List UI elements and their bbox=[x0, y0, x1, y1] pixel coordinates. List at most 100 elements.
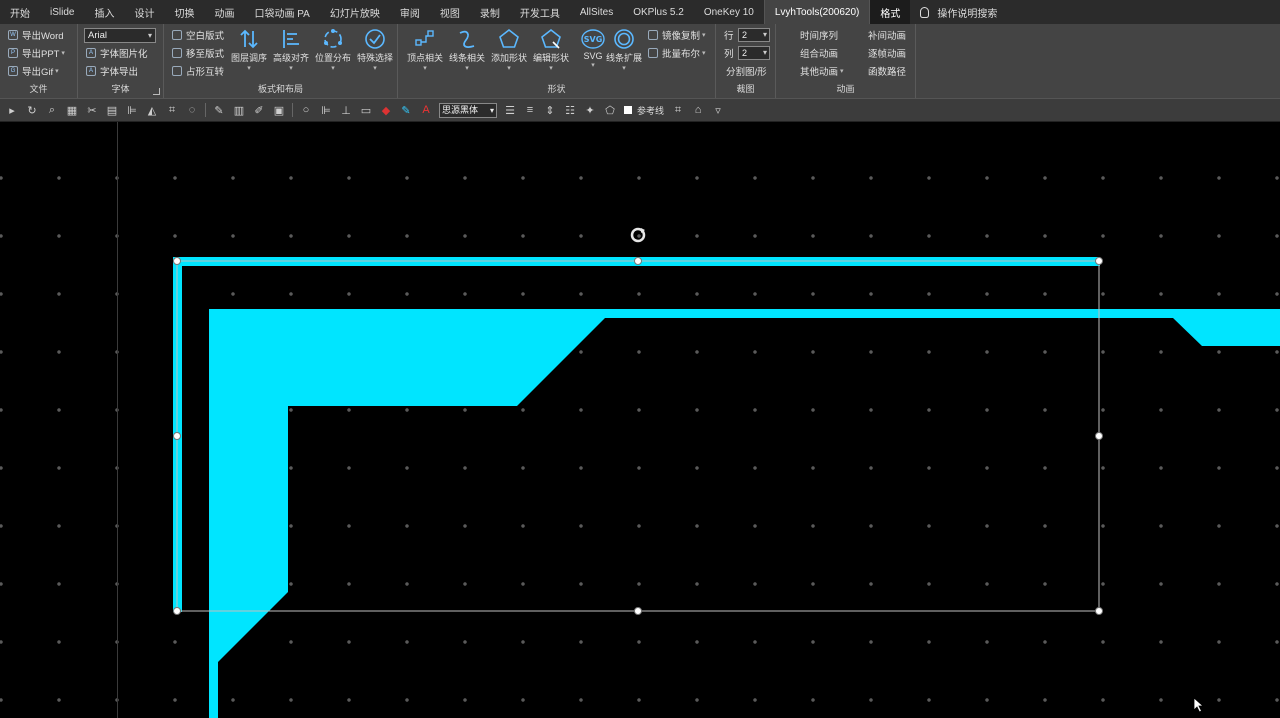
tab-insert[interactable]: 插入 bbox=[84, 0, 124, 24]
customize-toolbar-icon[interactable]: ▿ bbox=[710, 102, 726, 118]
placeholder-swap-button[interactable]: 占形互转 bbox=[172, 63, 224, 79]
undo-arrow-icon[interactable]: ▸ bbox=[4, 102, 20, 118]
tab-animations[interactable]: 动画 bbox=[204, 0, 244, 24]
shape-style-icon[interactable]: ⬠ bbox=[602, 102, 618, 118]
blank-layout-button[interactable]: 空白版式 bbox=[172, 27, 224, 43]
tab-transitions[interactable]: 切换 bbox=[164, 0, 204, 24]
edit-shape-button[interactable]: 编辑形状 ▾ bbox=[530, 26, 572, 76]
shape-circle-icon[interactable]: ○ bbox=[298, 102, 314, 118]
line-button[interactable]: 线条相关 ▾ bbox=[446, 26, 488, 76]
outline-color-icon[interactable]: ✎ bbox=[398, 102, 414, 118]
paint-icon[interactable]: ✐ bbox=[251, 102, 267, 118]
lightbulb-icon bbox=[920, 6, 930, 18]
curve-line-icon bbox=[459, 30, 475, 48]
advanced-align-button[interactable]: 高级对齐 ▾ bbox=[270, 26, 312, 76]
grid-icon[interactable]: ▥ bbox=[231, 102, 247, 118]
export-gif-button[interactable]: G 导出Gif ▾ bbox=[8, 63, 59, 79]
split-image-button[interactable]: 分割图/形 bbox=[726, 63, 767, 79]
position-distribute-button[interactable]: 位置分布 ▾ bbox=[312, 26, 354, 76]
frame-animation-button[interactable]: 逐帧动画 bbox=[868, 45, 906, 61]
col-count-select[interactable]: 2 ▾ bbox=[738, 46, 770, 60]
tab-onekey[interactable]: OneKey 10 bbox=[694, 0, 764, 24]
tab-islide[interactable]: iSlide bbox=[40, 0, 84, 24]
table-icon[interactable]: ▤ bbox=[104, 102, 120, 118]
other-animation-button[interactable]: 其他动画 ▾ bbox=[800, 63, 843, 79]
combine-animation-button[interactable]: 组合动画 bbox=[800, 45, 838, 61]
text-direction-icon[interactable]: ⇕ bbox=[542, 102, 558, 118]
align-menu-icon[interactable]: ⊫ bbox=[124, 102, 140, 118]
mirror-copy-button[interactable]: 镜像复制 ▾ bbox=[648, 27, 705, 43]
line-expand-button[interactable]: 线条扩展 ▾ bbox=[604, 26, 644, 76]
tab-pocket-animation[interactable]: 口袋动画 PA bbox=[244, 0, 319, 24]
resize-handle[interactable] bbox=[1095, 432, 1103, 440]
font-to-image-button[interactable]: A 字体图片化 bbox=[86, 45, 148, 61]
paste-icon[interactable]: ▣ bbox=[271, 102, 287, 118]
align-left-icon[interactable]: ⊫ bbox=[318, 102, 334, 118]
distribute-menu-icon[interactable]: ◭ bbox=[144, 102, 160, 118]
font-name-select[interactable]: Arial ▾ bbox=[84, 28, 156, 43]
toolbar-font-select[interactable]: 思源黑体 ▾ bbox=[439, 102, 497, 118]
format-painter-icon[interactable]: ⌕ bbox=[44, 102, 60, 118]
svg-icon: SVG bbox=[581, 29, 605, 49]
resize-handle[interactable] bbox=[634, 607, 642, 615]
crop-tool-icon[interactable]: ✂ bbox=[84, 102, 100, 118]
text-align-icon[interactable]: ≡ bbox=[522, 102, 538, 118]
tech-shape[interactable] bbox=[209, 309, 1280, 718]
batch-boolean-button[interactable]: 批量布尔 ▾ bbox=[648, 45, 705, 61]
tab-home[interactable]: 开始 bbox=[0, 0, 40, 24]
special-select-button[interactable]: 特殊选择 ▾ bbox=[354, 26, 396, 76]
tab-design[interactable]: 设计 bbox=[124, 0, 164, 24]
brush-icon[interactable]: ✎ bbox=[211, 102, 227, 118]
slide-canvas[interactable] bbox=[0, 122, 1280, 718]
tab-record[interactable]: 录制 bbox=[470, 0, 510, 24]
tell-me-search[interactable]: 操作说明搜索 bbox=[910, 0, 1007, 24]
lock-icon[interactable]: ⌂ bbox=[690, 102, 706, 118]
group-label-animation: 动画 bbox=[836, 84, 855, 94]
function-path-button[interactable]: 函数路径 bbox=[868, 63, 906, 79]
align-bottom-icon[interactable]: ⊥ bbox=[338, 102, 354, 118]
circle-menu-icon[interactable]: ◌ bbox=[184, 102, 200, 118]
snap-icon[interactable]: ⌗ bbox=[670, 102, 686, 118]
tab-allsites[interactable]: AllSites bbox=[570, 0, 623, 24]
move-layout-button[interactable]: 移至版式 bbox=[172, 45, 224, 61]
tab-slideshow[interactable]: 幻灯片放映 bbox=[320, 0, 390, 24]
vertex-button[interactable]: 顶点相关 ▾ bbox=[404, 26, 446, 76]
dialog-launcher-icon[interactable] bbox=[153, 88, 160, 95]
resize-handle[interactable] bbox=[173, 432, 181, 440]
resize-handle[interactable] bbox=[173, 607, 181, 615]
rotate-handle-icon[interactable] bbox=[630, 227, 646, 243]
chevron-down-icon: ▾ bbox=[762, 48, 767, 57]
bullet-list-icon[interactable]: ☰ bbox=[502, 102, 518, 118]
effects-icon[interactable]: ✦ bbox=[582, 102, 598, 118]
timeline-button[interactable]: 时间序列 bbox=[800, 27, 838, 43]
resize-handle[interactable] bbox=[173, 257, 181, 265]
mouse-cursor-icon bbox=[1193, 697, 1205, 713]
tab-lvyhtools[interactable]: LvyhTools(200620) bbox=[763, 0, 871, 24]
group-label-file: 文件 bbox=[29, 84, 48, 94]
resize-handle[interactable] bbox=[1095, 607, 1103, 615]
resize-handle[interactable] bbox=[1095, 257, 1103, 265]
tab-format[interactable]: 格式 bbox=[870, 0, 911, 24]
add-shape-button[interactable]: 添加形状 ▾ bbox=[488, 26, 530, 76]
row-count-select[interactable]: 2 ▾ bbox=[738, 28, 770, 42]
fill-color-icon[interactable]: ◆ bbox=[378, 102, 394, 118]
guide-lines-toggle[interactable]: 参考线 bbox=[624, 104, 664, 117]
col-label: 列 bbox=[724, 49, 734, 60]
tab-okplus[interactable]: OKPlus 5.2 bbox=[623, 0, 694, 24]
export-word-button[interactable]: W 导出Word bbox=[8, 27, 64, 43]
crop-menu-icon[interactable]: ⌗ bbox=[164, 102, 180, 118]
resize-handle[interactable] bbox=[634, 257, 642, 265]
line-spacing-icon[interactable]: ☷ bbox=[562, 102, 578, 118]
tween-button[interactable]: 补间动画 bbox=[868, 27, 906, 43]
tab-developer[interactable]: 开发工具 bbox=[510, 0, 570, 24]
tab-view[interactable]: 视图 bbox=[430, 0, 470, 24]
export-ppt-button[interactable]: P 导出PPT ▾ bbox=[8, 45, 65, 61]
layer-order-button[interactable]: 图层调序 ▾ bbox=[228, 26, 270, 76]
checkbox-icon bbox=[624, 106, 632, 114]
font-export-button[interactable]: A 字体导出 bbox=[86, 63, 138, 79]
redo-icon[interactable]: ↻ bbox=[24, 102, 40, 118]
tab-review[interactable]: 审阅 bbox=[390, 0, 430, 24]
font-color-icon[interactable]: A bbox=[418, 102, 434, 118]
select-pane-icon[interactable]: ▦ bbox=[64, 102, 80, 118]
group-icon[interactable]: ▭ bbox=[358, 102, 374, 118]
